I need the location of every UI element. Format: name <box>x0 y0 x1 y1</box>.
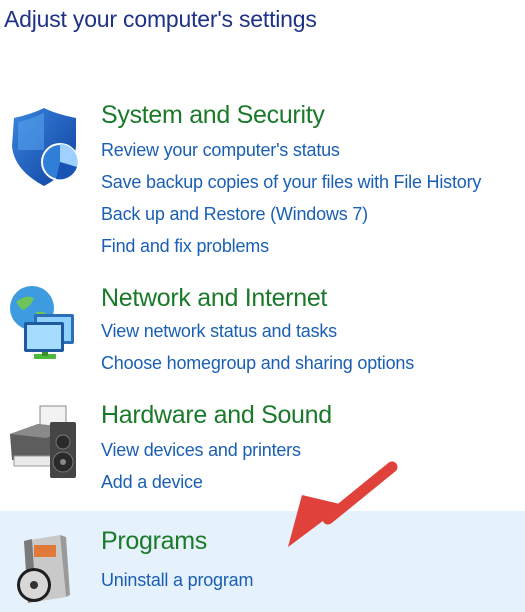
category-hardware-and-sound: Hardware and Sound View devices and prin… <box>0 400 525 500</box>
link-review-status[interactable]: Review your computer's status <box>101 140 340 161</box>
link-homegroup-sharing[interactable]: Choose homegroup and sharing options <box>101 353 414 374</box>
link-network-status[interactable]: View network status and tasks <box>101 321 337 342</box>
category-title-system-and-security[interactable]: System and Security <box>101 101 325 130</box>
red-arrow-icon <box>288 461 398 547</box>
category-title-programs[interactable]: Programs <box>101 527 207 556</box>
programs-disc-icon[interactable] <box>4 527 86 609</box>
category-system-and-security: System and Security Review your computer… <box>0 100 525 270</box>
link-find-fix-problems[interactable]: Find and fix problems <box>101 236 269 257</box>
category-programs: Programs Uninstall a program <box>0 527 525 612</box>
link-uninstall-program[interactable]: Uninstall a program <box>101 570 253 591</box>
link-add-device[interactable]: Add a device <box>101 472 203 493</box>
page-title: Adjust your computer's settings <box>4 6 317 32</box>
category-network-and-internet: Network and Internet View network status… <box>0 284 525 384</box>
shield-icon[interactable] <box>4 106 86 188</box>
network-globe-icon[interactable] <box>4 284 86 366</box>
category-title-network-and-internet[interactable]: Network and Internet <box>101 284 327 313</box>
link-backup-restore[interactable]: Back up and Restore (Windows 7) <box>101 204 368 225</box>
category-title-hardware-and-sound[interactable]: Hardware and Sound <box>101 401 332 430</box>
printer-speaker-icon[interactable] <box>4 400 86 482</box>
link-file-history[interactable]: Save backup copies of your files with Fi… <box>101 172 481 193</box>
link-devices-printers[interactable]: View devices and printers <box>101 440 301 461</box>
